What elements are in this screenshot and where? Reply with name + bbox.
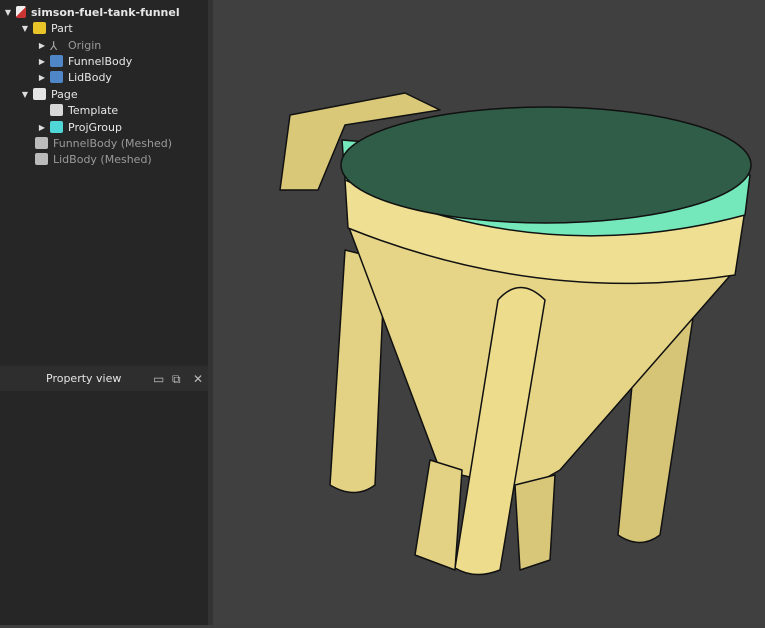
leg-front-right: [514, 474, 556, 571]
float-panel-icon[interactable]: ⧉: [172, 372, 181, 387]
origin-icon: ⅄: [50, 39, 58, 53]
expand-arrow-icon[interactable]: ▼: [20, 90, 30, 99]
tree-item-label: FunnelBody: [68, 54, 133, 68]
tree-item-label: LidBody (Meshed): [53, 152, 152, 166]
tree-item-label: ProjGroup: [68, 120, 122, 134]
tree-item-label: Template: [68, 103, 119, 117]
tree-item-page[interactable]: ▼ Page: [20, 86, 78, 102]
tree-item-part[interactable]: ▼ Part: [20, 20, 73, 36]
tree-item-lidbody[interactable]: ▶ LidBody: [37, 69, 112, 85]
document-icon: [16, 6, 26, 18]
tree-item-label: Origin: [68, 38, 102, 52]
tree-item-lidbody-meshed[interactable]: LidBody (Meshed): [35, 151, 152, 167]
expand-arrow-icon[interactable]: ▶: [37, 57, 47, 66]
model-tree[interactable]: ▼ simson-fuel-tank-funnel ▼ Part ▶ ⅄ Ori…: [0, 0, 208, 365]
tree-item-origin[interactable]: ▶ ⅄ Origin: [37, 37, 102, 54]
projgroup-icon: [50, 121, 63, 133]
tree-item-template[interactable]: Template: [47, 102, 118, 118]
body-icon: [50, 71, 63, 83]
tree-item-label: Part: [51, 21, 73, 35]
property-view-title: Property view: [46, 372, 122, 385]
3d-viewport[interactable]: [213, 0, 765, 625]
funnel-model[interactable]: [213, 0, 765, 625]
page-icon: [33, 88, 46, 100]
leg-front-left: [414, 459, 463, 571]
expand-arrow-icon[interactable]: ▼: [3, 8, 13, 17]
close-icon[interactable]: ✕: [193, 372, 203, 386]
lid-top: [340, 106, 752, 224]
property-view-body[interactable]: [0, 391, 208, 625]
expand-arrow-icon[interactable]: ▼: [20, 24, 30, 33]
tree-item-label: simson-fuel-tank-funnel: [31, 5, 180, 19]
tree-item-label: Page: [51, 87, 78, 101]
expand-arrow-icon[interactable]: ▶: [37, 73, 47, 82]
property-view-header: Property view ▭ ⧉ ✕: [0, 367, 208, 391]
mesh-icon: [35, 153, 48, 165]
expand-arrow-icon[interactable]: ▶: [37, 41, 47, 50]
expand-arrow-icon[interactable]: ▶: [37, 123, 47, 132]
tree-item-projgroup[interactable]: ▶ ProjGroup: [37, 119, 122, 135]
template-icon: [50, 104, 63, 116]
mesh-icon: [35, 137, 48, 149]
tree-item-label: LidBody: [68, 70, 112, 84]
tree-item-funnelbody[interactable]: ▶ FunnelBody: [37, 53, 132, 69]
tree-item-funnelbody-meshed[interactable]: FunnelBody (Meshed): [35, 135, 172, 151]
toggle-titlebar-icon[interactable]: ▭: [153, 372, 164, 386]
body-icon: [50, 55, 63, 67]
left-panel: ▼ simson-fuel-tank-funnel ▼ Part ▶ ⅄ Ori…: [0, 0, 208, 625]
tree-item-root[interactable]: ▼ simson-fuel-tank-funnel: [3, 4, 180, 20]
part-icon: [33, 22, 46, 34]
tree-item-label: FunnelBody (Meshed): [53, 136, 173, 150]
